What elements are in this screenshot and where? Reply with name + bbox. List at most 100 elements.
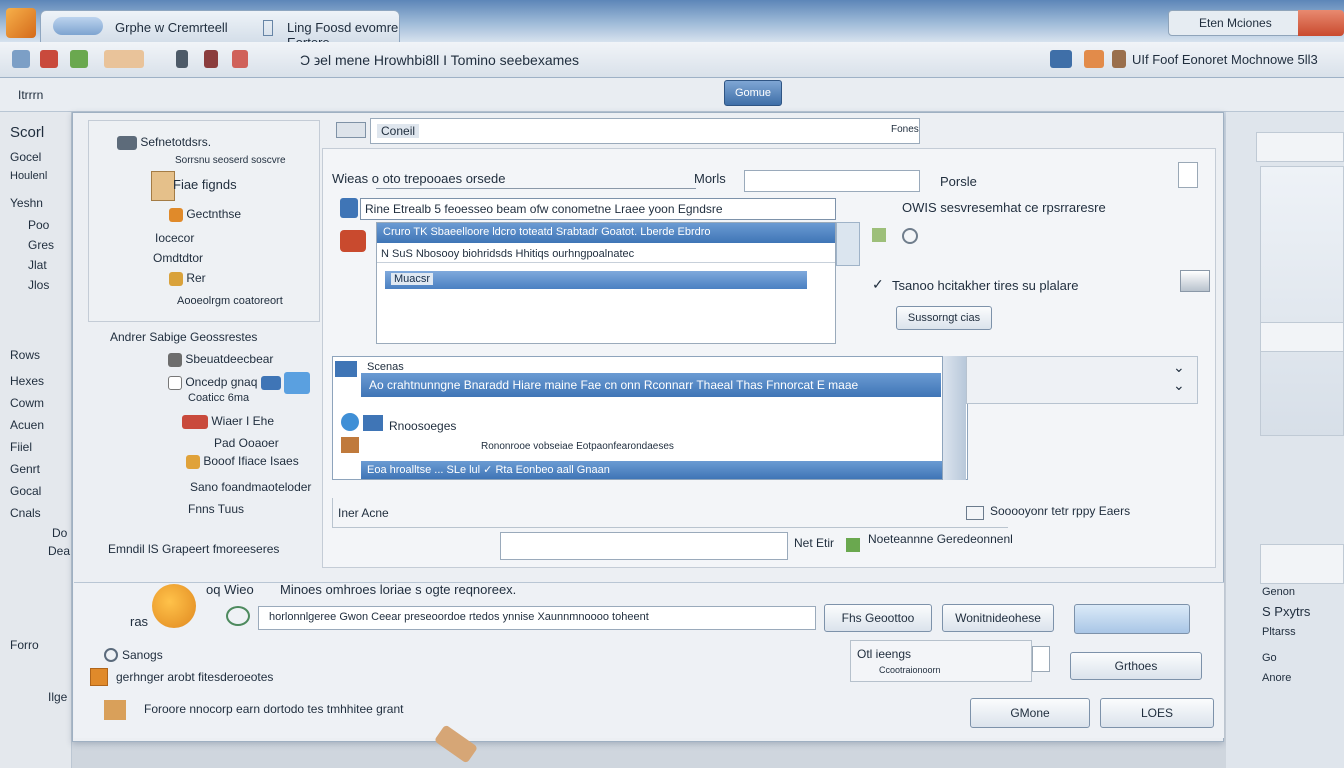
tree-item[interactable]: Fiae fignds — [173, 177, 237, 192]
tree-item[interactable]: Wiaer I Ehe — [182, 414, 274, 429]
rail-item[interactable]: Poo — [28, 218, 49, 232]
right-row[interactable] — [1260, 322, 1344, 352]
dropdown-box[interactable]: ⌄ ⌄ — [966, 356, 1198, 404]
tree-item[interactable]: Oncedp gnaq — [168, 372, 311, 394]
primary-input-button[interactable] — [1074, 604, 1190, 634]
rail-item[interactable]: Houlenl — [10, 170, 47, 182]
checkbox-label[interactable]: Foroore nnocorp earn dortodo tes tmhhite… — [144, 702, 404, 716]
rail-item[interactable]: Ilge — [48, 690, 67, 704]
tag-icon[interactable] — [872, 228, 886, 242]
slider-thumb[interactable] — [1180, 270, 1210, 292]
secondary-button[interactable]: Fhs Geoottoo — [824, 604, 932, 632]
cancel-button[interactable]: LOES — [1100, 698, 1214, 728]
rail-item[interactable]: Fiiel — [10, 440, 32, 454]
text-input[interactable] — [744, 170, 920, 192]
checkbox[interactable] — [90, 668, 108, 686]
combo-value: Rine Etrealb 5 feoesseo beam ofw conomet… — [365, 202, 723, 216]
tree-item[interactable]: Omdtdtor — [153, 251, 203, 265]
right-toolbar[interactable] — [1256, 132, 1344, 162]
result-list[interactable]: Scenas Ao crahtnunngne Bnaradd Hiare mai… — [332, 356, 968, 480]
bucket-icon[interactable] — [340, 230, 366, 252]
list-item[interactable]: N SuS Nbosooy biohridsds Hhitiqs ourhngp… — [377, 245, 835, 263]
disk-icon[interactable] — [340, 198, 358, 218]
window-icon — [363, 415, 383, 431]
lock-icon[interactable] — [204, 50, 218, 68]
list-scroll[interactable] — [836, 222, 860, 266]
combo-input[interactable]: Rine Etrealb 5 feoesseo beam ofw conomet… — [360, 198, 836, 220]
user-icon[interactable] — [12, 50, 30, 68]
rail-item[interactable]: Rows — [10, 348, 40, 362]
rail-item[interactable]: Yeshn — [10, 196, 43, 210]
refresh-icon[interactable] — [902, 228, 918, 244]
rail-item[interactable]: Cowm — [10, 396, 44, 410]
leaf-icon[interactable] — [70, 50, 88, 68]
tree-item[interactable]: Booof Ifiace Isaes — [186, 454, 299, 469]
tree-item[interactable]: Rer — [169, 271, 206, 286]
footer-right-value[interactable]: Noeteannne Geredeonnenl — [868, 532, 1013, 546]
search-input[interactable]: Coneil Fones — [370, 118, 920, 144]
right-text: Pltarss — [1262, 626, 1296, 638]
tree-item[interactable]: Sano foandmaoteloder — [190, 480, 311, 494]
field-label: Morls — [694, 171, 726, 186]
chevron-down-icon[interactable]: ⌄ — [1173, 359, 1185, 376]
list-item-selected[interactable]: Ao crahtnunngne Bnaradd Hiare maine Fae … — [361, 373, 941, 397]
tree-item[interactable]: Pad Ooaoer — [214, 436, 279, 450]
option-button[interactable]: Sussorngt cias — [896, 306, 992, 330]
rail-item[interactable]: Genrt — [10, 462, 40, 476]
rail-item[interactable]: Gres — [28, 238, 54, 252]
tree-item[interactable]: Sbeuatdeecbear — [168, 352, 273, 367]
list-item-selected[interactable]: Cruro TK Sbaeelloore ldcro toteatd Srabt… — [377, 223, 835, 243]
tool-icon[interactable] — [1112, 50, 1126, 68]
options-group: Otl ieengs Ccootraionoorn — [850, 640, 1032, 682]
header-pill-button[interactable]: Gomue — [724, 80, 782, 106]
options-button[interactable]: Grthoes — [1070, 652, 1202, 680]
tree-item[interactable]: Fnns Tuus — [188, 502, 244, 516]
footer-input[interactable] — [500, 532, 788, 560]
close-window-button[interactable] — [1298, 10, 1344, 36]
folder-icon — [117, 135, 137, 150]
menu-label[interactable]: Itrrrn — [18, 88, 43, 102]
rail-item[interactable]: Gocel — [10, 150, 41, 164]
rail-item[interactable]: Gocal — [10, 484, 41, 498]
list-item[interactable]: Rnoosoeges — [389, 419, 456, 433]
clip-icon[interactable] — [176, 50, 188, 68]
print-icon[interactable] — [232, 50, 248, 68]
tree-folder-icon — [169, 207, 183, 222]
rail-item[interactable]: Dea — [48, 544, 70, 558]
rail-item[interactable]: Acuen — [10, 418, 44, 432]
page-icon[interactable] — [1032, 646, 1050, 672]
rail-item[interactable]: Jlat — [28, 258, 47, 272]
window-tab[interactable]: Grphe w Cremrteell Ling Foosd evomre Eor… — [40, 10, 400, 50]
rail-item[interactable]: Scorl — [10, 124, 44, 141]
list-item-selected[interactable]: Eoa hroalltse ... SLe lul ✓ Rta Eonbeo a… — [361, 461, 943, 479]
secondary-button[interactable]: Wonitnideohese — [942, 604, 1054, 632]
tree-item[interactable]: Iocecor — [155, 231, 194, 245]
list-item-label: Ao crahtnunngne Bnaradd Hiare maine Fae … — [369, 378, 859, 392]
rail-item[interactable]: Jlos — [28, 278, 49, 292]
magnifier-icon[interactable] — [226, 606, 250, 626]
rail-item[interactable]: Hexes — [10, 374, 44, 388]
rail-item[interactable]: Forro — [10, 638, 39, 652]
rail-item[interactable]: Cnals — [10, 506, 41, 520]
checkbox-label[interactable]: gerhnger arobt fitesderoeotes — [116, 670, 273, 684]
page-icon[interactable] — [1178, 162, 1198, 188]
hand-icon[interactable] — [104, 50, 144, 68]
bug-icon[interactable] — [40, 50, 58, 68]
scrollbar[interactable] — [942, 356, 966, 480]
folder-icon[interactable] — [104, 700, 126, 720]
chevron-down-icon[interactable]: ⌄ — [1173, 377, 1185, 394]
palette-icon[interactable] — [1084, 50, 1104, 68]
tree-item[interactable]: Aooeolrgm coatoreort — [177, 295, 283, 307]
app-folder-icon[interactable] — [6, 8, 36, 38]
monitor-icon[interactable] — [1050, 50, 1072, 68]
list-box[interactable]: Cruro TK Sbaeelloore ldcro toteatd Srabt… — [376, 222, 836, 344]
list-item[interactable]: Rononrooe vobseiae Eotpaonfearondaeses — [481, 441, 674, 452]
ok-button[interactable]: GMone — [970, 698, 1090, 728]
list-item-highlight[interactable]: Muacsr — [385, 271, 807, 289]
footer-input[interactable]: horlonnlgeree Gwon Ceear preseoordoe rte… — [258, 606, 816, 630]
toolbar: Ɔ ϶el mene Hrowhbi8ll I Tomino seebexame… — [0, 42, 1344, 78]
tree-item[interactable]: Gectnthse — [169, 207, 241, 222]
tree-item[interactable]: Coaticc 6ma — [188, 392, 249, 404]
right-row[interactable] — [1260, 544, 1344, 584]
rail-item[interactable]: Do — [52, 526, 67, 540]
